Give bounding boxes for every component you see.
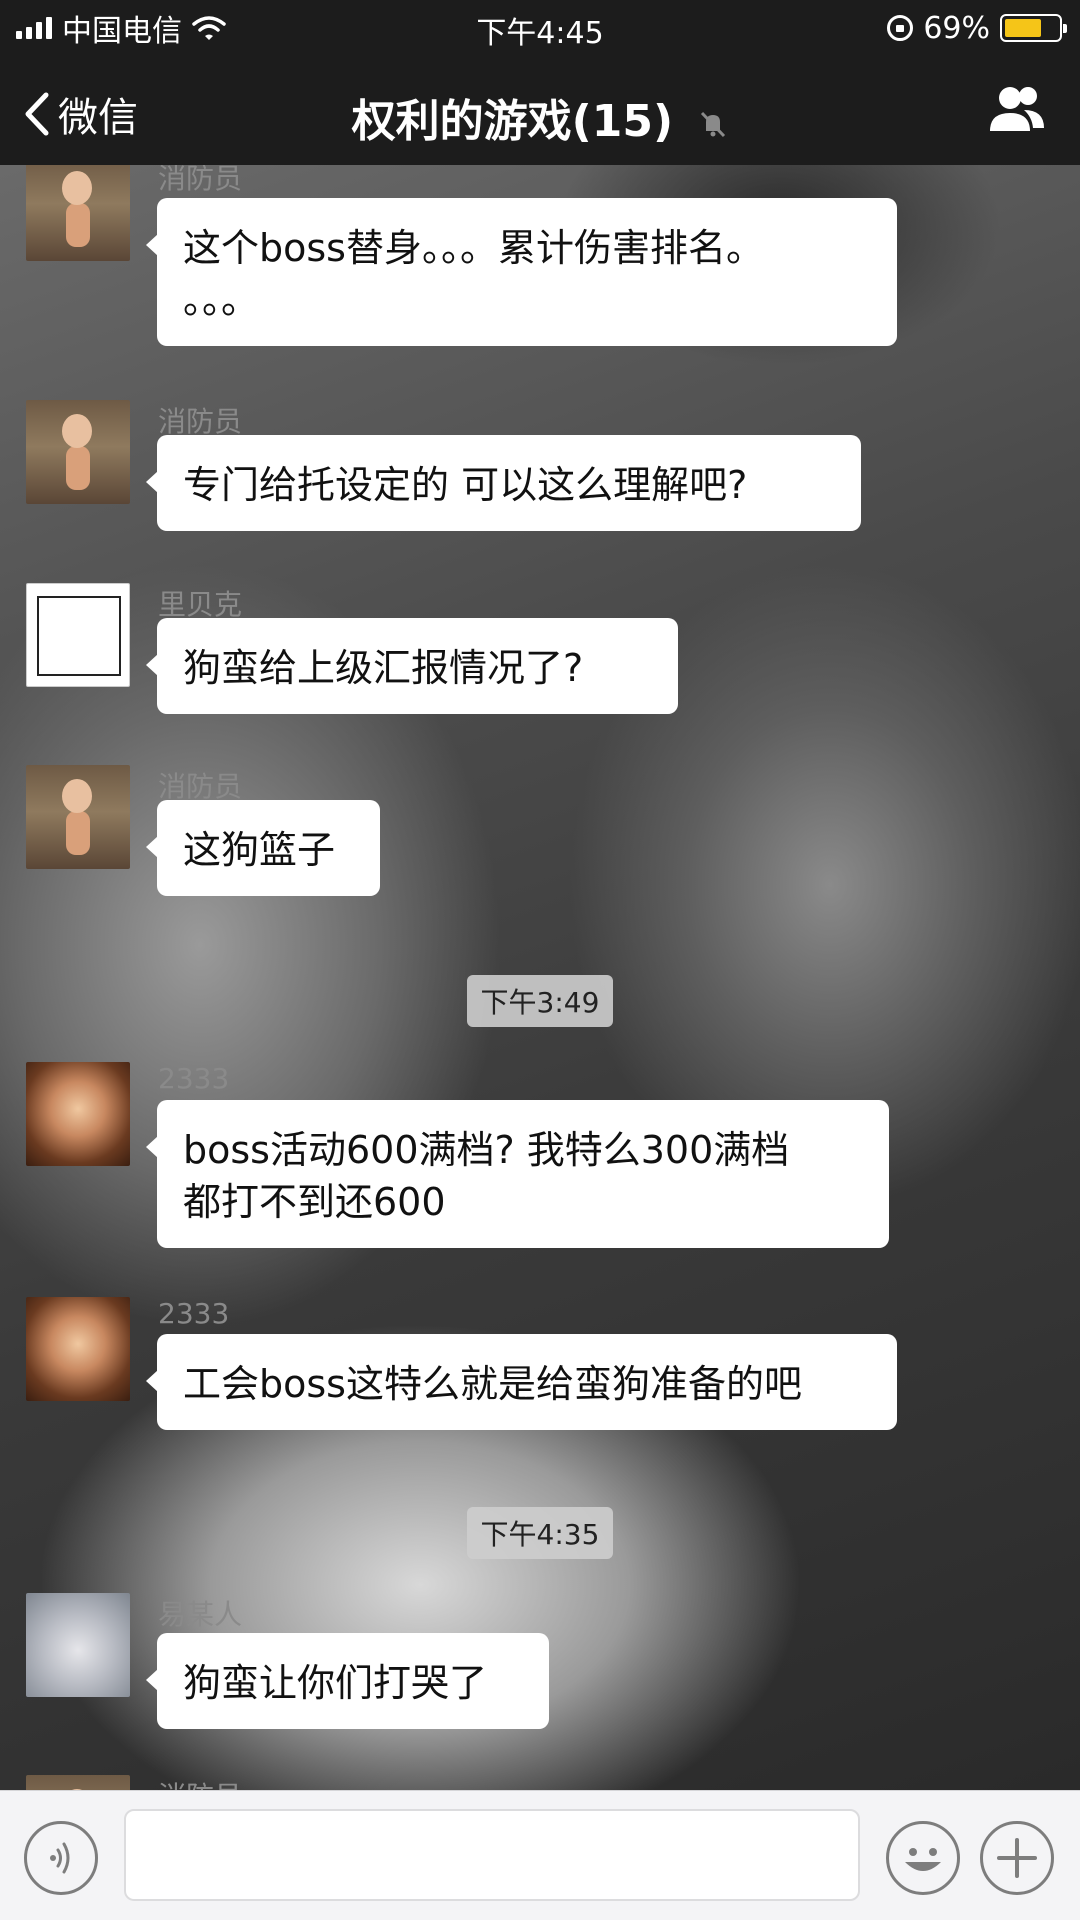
message-line: 。。。	[183, 278, 260, 322]
message-line: 都打不到还600	[183, 1180, 446, 1224]
battery-percent: 69%	[923, 10, 990, 46]
more-button[interactable]	[980, 1821, 1054, 1895]
sender-name: 2333	[158, 1297, 230, 1330]
message-bubble[interactable]: 狗蛮给上级汇报情况了?	[146, 618, 678, 714]
emoji-button[interactable]	[886, 1821, 960, 1895]
baby-avatar[interactable]	[26, 165, 130, 261]
sketch-avatar[interactable]	[26, 583, 130, 687]
message-input[interactable]	[124, 1809, 860, 1901]
message-line: 狗蛮让你们打哭了	[183, 1661, 488, 1705]
baby-avatar[interactable]	[26, 765, 130, 869]
message-bubble[interactable]: 这狗篮子	[146, 800, 380, 896]
input-bar	[0, 1790, 1080, 1920]
sender-name: 里贝克	[158, 588, 243, 621]
message-line: 工会boss这特么就是给蛮狗准备的吧	[183, 1362, 802, 1406]
chat-title-text: 权利的游戏(15)	[351, 96, 674, 147]
chat-messages-area[interactable]: 消防员 这个boss替身。。。累计伤害排名。 。。。 消防员 专门给托设定的 可…	[0, 165, 1080, 1790]
mute-icon	[701, 111, 726, 138]
timestamp: 下午3:49	[0, 975, 1080, 1027]
sender-name: 消防员	[158, 165, 243, 195]
message-line: 专门给托设定的 可以这么理解吧?	[183, 463, 748, 507]
sender-name: 易某人	[158, 1598, 243, 1631]
chat-title: 权利的游戏(15)	[0, 85, 1080, 149]
message-line: 这狗篮子	[183, 828, 336, 872]
message-line: 狗蛮给上级汇报情况了?	[183, 646, 584, 690]
timestamp-label: 下午4:35	[466, 1507, 614, 1559]
message-bubble[interactable]: 专门给托设定的 可以这么理解吧?	[146, 435, 861, 531]
voice-icon	[50, 1842, 70, 1874]
message-line: boss活动600满档? 我特么300满档	[183, 1128, 790, 1172]
sender-name: 消防员	[158, 770, 243, 803]
sender-name: 消防员	[158, 1775, 242, 1790]
sender-name: 2333	[158, 1062, 230, 1095]
message-bubble[interactable]: 狗蛮让你们打哭了	[146, 1633, 549, 1729]
chat-header: 微信 权利的游戏(15)	[0, 55, 1080, 165]
sender-name: 消防员	[158, 405, 243, 438]
rotation-lock-icon	[887, 15, 914, 41]
status-right: 69%	[887, 10, 1067, 46]
message-line: 这个boss替身。。。累计伤害排名。	[183, 226, 764, 270]
toddler-avatar[interactable]	[26, 1297, 130, 1401]
baby-avatar[interactable]	[26, 400, 130, 504]
battery-fill	[1005, 19, 1041, 37]
cat-avatar[interactable]	[26, 1593, 130, 1697]
group-members-icon[interactable]	[986, 83, 1048, 135]
baby-avatar[interactable]	[26, 1775, 130, 1790]
timestamp: 下午4:35	[0, 1507, 1080, 1559]
plus-icon	[997, 1838, 1037, 1878]
toddler-avatar[interactable]	[26, 1062, 130, 1166]
message-bubble[interactable]: 工会boss这特么就是给蛮狗准备的吧	[146, 1334, 897, 1430]
message-bubble[interactable]: boss活动600满档? 我特么300满档 都打不到还600	[146, 1100, 889, 1248]
message-bubble[interactable]: 这个boss替身。。。累计伤害排名。 。。。	[146, 198, 897, 346]
battery-icon	[1000, 14, 1067, 42]
timestamp-label: 下午3:49	[466, 975, 614, 1027]
emoji-icon	[905, 1848, 941, 1871]
voice-button[interactable]	[24, 1821, 98, 1895]
status-bar: 中国电信 下午4:45 69%	[0, 0, 1080, 55]
